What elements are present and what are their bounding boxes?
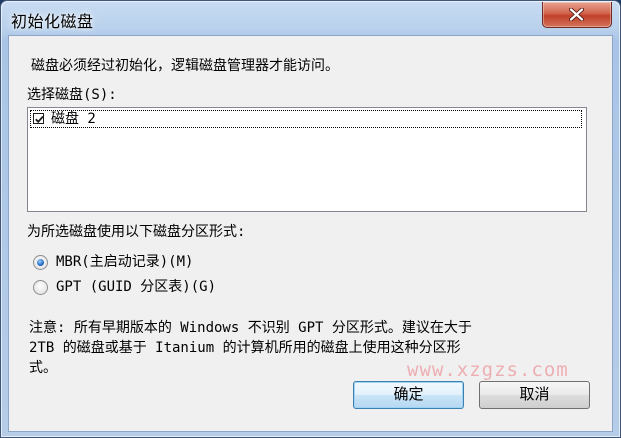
note-line-3: 式。 bbox=[29, 360, 57, 376]
cancel-button[interactable]: 取消 bbox=[479, 381, 590, 409]
watermark: www.xzgzs.com bbox=[407, 359, 569, 381]
close-icon bbox=[569, 8, 584, 21]
checkmark-icon bbox=[35, 115, 44, 124]
disk-listbox[interactable]: 磁盘 2 bbox=[27, 107, 587, 212]
disk-checkbox[interactable] bbox=[33, 113, 44, 124]
select-disk-label: 选择磁盘(S): bbox=[27, 87, 117, 103]
intro-text: 磁盘必须经过初始化，逻辑磁盘管理器才能访问。 bbox=[31, 58, 339, 74]
ok-button[interactable]: 确定 bbox=[353, 381, 464, 409]
window-title: 初始化磁盘 bbox=[11, 12, 94, 31]
radio-button-mbr[interactable] bbox=[33, 255, 48, 270]
radio-selected-dot bbox=[37, 259, 44, 266]
radio-label-gpt: GPT (GUID 分区表)(G) bbox=[56, 279, 217, 295]
radio-label-mbr: MBR(主启动记录)(M) bbox=[56, 254, 194, 270]
partition-style-label: 为所选磁盘使用以下磁盘分区形式: bbox=[27, 224, 246, 240]
close-button[interactable] bbox=[542, 2, 612, 28]
list-item-disk-2[interactable]: 磁盘 2 bbox=[30, 110, 582, 128]
radio-button-gpt[interactable] bbox=[33, 280, 48, 295]
disk-label: 磁盘 2 bbox=[51, 111, 96, 127]
title-bar[interactable]: 初始化磁盘 bbox=[1, 1, 620, 35]
note-line-1: 注意: 所有早期版本的 Windows 不识别 GPT 分区形式。建议在大于 bbox=[29, 320, 472, 336]
note-line-2: 2TB 的磁盘或基于 Itanium 的计算机所用的磁盘上使用这种分区形 bbox=[29, 340, 461, 356]
